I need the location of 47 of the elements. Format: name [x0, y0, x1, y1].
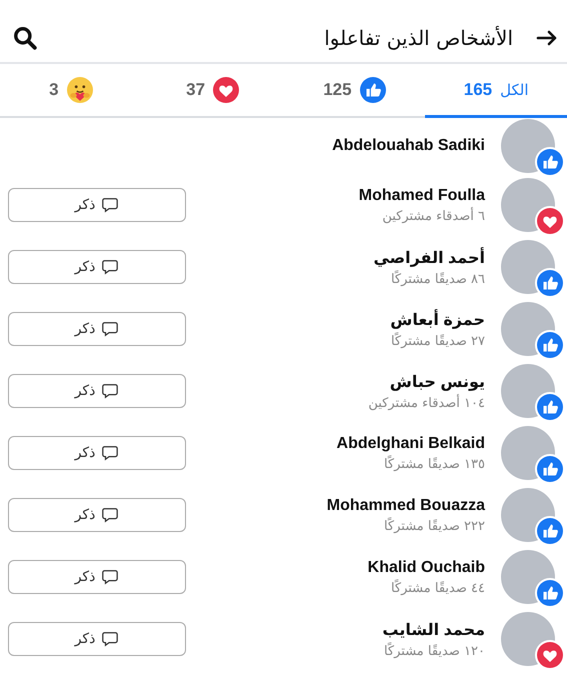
person-name[interactable]: محمد الشايب: [202, 620, 485, 640]
search-icon[interactable]: [12, 25, 38, 51]
mutual-friends-text: ٢٢٢ صديقًا مشتركًا: [382, 518, 485, 534]
person-name[interactable]: يونس حباش: [202, 372, 485, 392]
thumbs-up-icon: [537, 270, 563, 296]
mention-button[interactable]: ذكر: [8, 312, 186, 346]
person-name[interactable]: Abdelouahab Sadiki: [8, 137, 485, 155]
thumbs-up-icon: [537, 518, 563, 544]
speech-bubble-icon: [101, 630, 120, 648]
page-title: الأشخاص الذين تفاعلوا: [324, 26, 513, 50]
reaction-tab[interactable]: 125: [284, 64, 426, 118]
reaction-tab[interactable]: 37: [142, 64, 284, 118]
thumbs-up-icon: [537, 332, 563, 358]
speech-bubble-icon: [101, 382, 120, 400]
thumbs-up-icon: [537, 580, 563, 606]
person-name[interactable]: Mohammed Bouazza: [202, 496, 485, 514]
person-name[interactable]: Mohamed Foulla: [202, 186, 485, 204]
mention-button[interactable]: ذكر: [8, 436, 186, 470]
reaction-tab[interactable]: 3: [0, 64, 142, 118]
speech-bubble-icon: [101, 444, 120, 462]
mention-button[interactable]: ذكر: [8, 622, 186, 656]
mutual-friends-text: ١٠٤ أصدقاء مشتركين: [367, 396, 485, 410]
speech-bubble-icon: [101, 506, 120, 524]
mention-button[interactable]: ذكر: [8, 560, 186, 594]
thumbs-up-icon: [360, 76, 386, 102]
mutual-friends-text: ٤٤ صديقًا مشتركًا: [390, 580, 485, 596]
mutual-friends-text: ٨٦ صديقًا مشتركًا: [390, 272, 485, 286]
person-name[interactable]: حمزة أبعاش: [202, 310, 485, 330]
speech-bubble-icon: [101, 196, 120, 214]
person-name[interactable]: أحمد الفراصي: [202, 248, 485, 268]
person-name[interactable]: Khalid Ouchaib: [202, 558, 485, 576]
thumbs-up-icon: [537, 456, 563, 482]
mention-button[interactable]: ذكر: [8, 250, 186, 284]
mutual-friends-text: ١٢٠ صديقًا مشتركًا: [382, 644, 485, 658]
mutual-friends-text: ١٣٥ صديقًا مشتركًا: [382, 456, 485, 472]
mutual-friends-text: ٦ أصدقاء مشتركين: [381, 208, 485, 224]
speech-bubble-icon: [101, 568, 120, 586]
mention-button[interactable]: ذكر: [8, 374, 186, 408]
person-name[interactable]: Abdelghani Belkaid: [202, 434, 485, 452]
mention-button[interactable]: ذكر: [8, 498, 186, 532]
mention-button[interactable]: ذكر: [8, 188, 186, 222]
thumbs-up-icon: [537, 149, 563, 175]
mutual-friends-text: ٢٧ صديقًا مشتركًا: [390, 334, 485, 348]
speech-bubble-icon: [101, 258, 120, 276]
hugging-face-icon: [66, 76, 93, 102]
thumbs-up-icon: [537, 394, 563, 420]
speech-bubble-icon: [101, 320, 120, 338]
